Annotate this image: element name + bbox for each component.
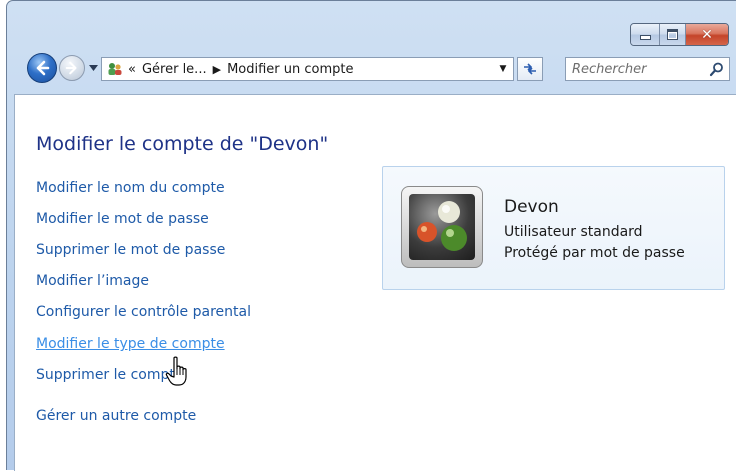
account-name: Devon bbox=[504, 197, 559, 217]
avatar-picture bbox=[409, 194, 475, 260]
close-icon: ✕ bbox=[701, 26, 713, 43]
recent-pages-dropdown[interactable] bbox=[87, 62, 99, 74]
breadcrumb-overflow[interactable]: « bbox=[128, 62, 136, 77]
hand-cursor-icon bbox=[165, 356, 187, 386]
change-picture-link[interactable]: Modifier l’image bbox=[36, 273, 149, 289]
forward-button[interactable] bbox=[59, 55, 85, 81]
search-box[interactable] bbox=[565, 57, 730, 81]
search-button[interactable] bbox=[709, 61, 725, 77]
maximize-icon bbox=[667, 29, 678, 40]
users-icon bbox=[106, 60, 124, 78]
marbles-image-icon bbox=[417, 201, 467, 251]
page-title: Modifier le compte de "Devon" bbox=[36, 133, 329, 155]
address-bar[interactable]: « Gérer le... ▶ Modifier un compte ▼ bbox=[101, 57, 514, 81]
forward-arrow-icon bbox=[65, 61, 77, 75]
minimize-icon bbox=[639, 35, 651, 40]
title-bar[interactable]: ✕ bbox=[7, 1, 736, 46]
manage-another-account-link[interactable]: Gérer un autre compte bbox=[36, 408, 196, 424]
close-button[interactable]: ✕ bbox=[686, 24, 728, 45]
breadcrumb-separator-icon[interactable]: ▶ bbox=[213, 63, 221, 76]
chevron-down-icon: ▼ bbox=[499, 64, 507, 74]
caption-buttons: ✕ bbox=[630, 23, 729, 46]
breadcrumb-item-manage[interactable]: Gérer le... bbox=[142, 62, 207, 77]
breadcrumb-item-modify[interactable]: Modifier un compte bbox=[227, 62, 353, 77]
account-status: Protégé par mot de passe bbox=[504, 245, 685, 261]
search-input[interactable] bbox=[572, 61, 702, 77]
remove-password-link[interactable]: Supprimer le mot de passe bbox=[36, 242, 225, 258]
parental-controls-link[interactable]: Configurer le contrôle parental bbox=[36, 304, 251, 320]
account-type: Utilisateur standard bbox=[504, 224, 643, 240]
minimize-button[interactable] bbox=[631, 24, 660, 45]
avatar bbox=[401, 186, 483, 268]
search-icon bbox=[709, 62, 723, 77]
refresh-button[interactable] bbox=[517, 57, 543, 81]
account-card: Devon Utilisateur standard Protégé par m… bbox=[382, 166, 725, 290]
navigation-bar: « Gérer le... ▶ Modifier un compte ▼ bbox=[7, 51, 736, 85]
rename-account-link[interactable]: Modifier le nom du compte bbox=[36, 180, 225, 196]
address-dropdown-button[interactable]: ▼ bbox=[493, 58, 513, 80]
delete-account-link[interactable]: Supprimer le compte bbox=[36, 367, 183, 383]
change-account-type-link[interactable]: Modifier le type de compte bbox=[36, 336, 225, 352]
content-pane: Modifier le compte de "Devon" Modifier l… bbox=[14, 94, 736, 471]
refresh-icon bbox=[524, 63, 536, 75]
back-button[interactable] bbox=[27, 53, 57, 83]
explorer-window: ✕ « Gérer le... ▶ Modifier un compte ▼ R… bbox=[6, 0, 736, 471]
back-arrow-icon bbox=[36, 60, 50, 76]
maximize-button[interactable] bbox=[660, 24, 686, 45]
change-password-link[interactable]: Modifier le mot de passe bbox=[36, 211, 209, 227]
chevron-down-icon bbox=[88, 65, 98, 71]
